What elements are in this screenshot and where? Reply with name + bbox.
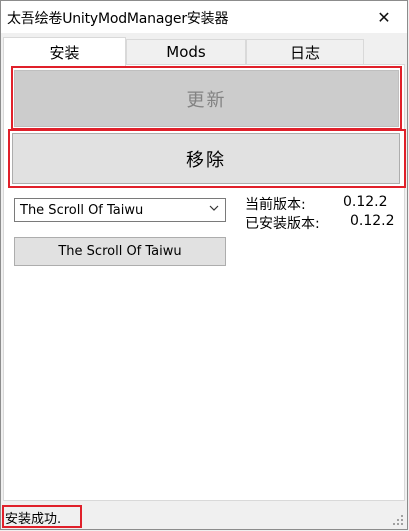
installed-version-label: 已安装版本: xyxy=(245,216,320,232)
update-button-label: 更新 xyxy=(186,89,227,111)
tab-strip: 安装 Mods 日志 xyxy=(3,37,405,66)
resize-grip-icon[interactable] xyxy=(392,514,404,526)
tab-logs[interactable]: 日志 xyxy=(246,39,364,64)
tab-mods[interactable]: Mods xyxy=(126,39,246,64)
close-button[interactable]: ✕ xyxy=(361,1,407,33)
game-select[interactable]: The Scroll Of Taiwu xyxy=(14,198,226,222)
remove-button-label: 移除 xyxy=(186,149,226,171)
current-version-label: 当前版本: xyxy=(245,197,306,213)
game-button[interactable]: The Scroll Of Taiwu xyxy=(14,237,226,266)
installed-version-value: 0.12.2 xyxy=(350,213,395,229)
tab-install-label: 安装 xyxy=(49,43,80,62)
game-select-value: The Scroll Of Taiwu xyxy=(20,202,144,218)
close-icon: ✕ xyxy=(377,7,391,27)
remove-button[interactable]: 移除 xyxy=(12,133,400,184)
status-text: 安装成功. xyxy=(5,512,62,527)
app-window: 太吾绘卷UnityModManager安装器 ✕ 安装 Mods 日志 更新 移… xyxy=(0,0,408,530)
window-title: 太吾绘卷UnityModManager安装器 xyxy=(7,11,229,27)
tab-mods-label: Mods xyxy=(166,43,206,61)
title-bar: 太吾绘卷UnityModManager安装器 ✕ xyxy=(1,1,407,33)
tab-logs-label: 日志 xyxy=(289,43,320,62)
tab-install[interactable]: 安装 xyxy=(3,37,126,66)
game-button-label: The Scroll Of Taiwu xyxy=(58,244,182,259)
update-button[interactable]: 更新 xyxy=(14,70,399,127)
current-version-value: 0.12.2 xyxy=(343,194,388,210)
chevron-down-icon xyxy=(209,205,219,211)
